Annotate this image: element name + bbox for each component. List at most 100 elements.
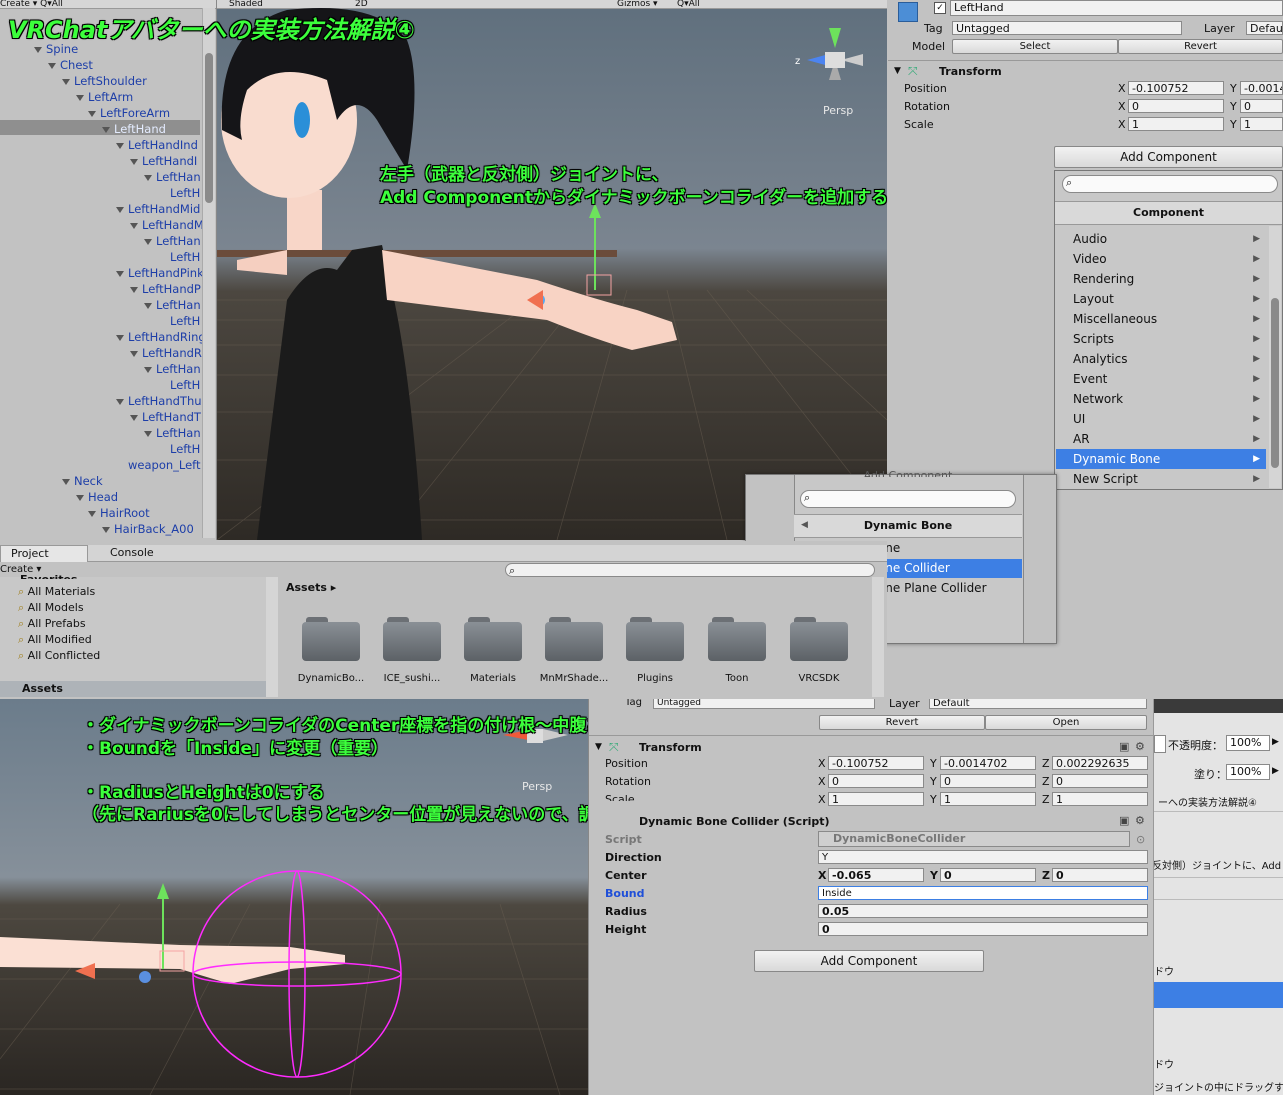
component-menu-item[interactable]: Dynamic Bone ▶ [1056, 449, 1266, 469]
expand-caret-icon[interactable] [144, 430, 152, 437]
layer-row-2[interactable]: 反対側）ジョイントに、Add Co [1154, 857, 1283, 872]
hierarchy-item[interactable]: LeftShoulder [62, 73, 147, 89]
hierarchy-item[interactable]: Head [76, 489, 118, 505]
favorite-item[interactable]: ⌕ All Materials [18, 585, 95, 601]
hierarchy-item[interactable]: LeftHand [102, 121, 166, 137]
folder-label[interactable]: VRCSDK [779, 673, 859, 684]
hierarchy-toolbar[interactable]: Create ▾ Q▾All [0, 0, 216, 9]
hierarchy-item[interactable]: LeftHan [144, 361, 201, 377]
folder-icon[interactable] [545, 617, 603, 661]
component-menu-item[interactable]: Analytics ▶ [1056, 349, 1266, 369]
component-menu-item[interactable]: Event ▶ [1056, 369, 1266, 389]
hierarchy-item[interactable]: Chest [48, 57, 93, 73]
component-menu-item[interactable]: AR ▶ [1056, 429, 1266, 449]
hierarchy-item[interactable]: weapon_Left [116, 457, 201, 473]
hierarchy-item[interactable]: LeftH [158, 441, 200, 457]
hierarchy-item[interactable]: HairBack_A00 [102, 521, 194, 537]
prefab-revert-button[interactable]: Revert [819, 715, 985, 730]
expand-caret-icon[interactable] [116, 398, 124, 405]
folder-label[interactable]: ICE_sushi... [372, 673, 452, 684]
expand-caret-icon[interactable] [76, 94, 84, 101]
popup-search-input[interactable]: ⌕ [800, 490, 1016, 508]
scale-x-field[interactable]: 1 [1128, 117, 1224, 131]
expand-caret-icon[interactable] [116, 334, 124, 341]
expand-caret-icon[interactable] [102, 126, 110, 133]
transform-foldout-icon[interactable]: ▼ [894, 66, 901, 76]
persp-label[interactable]: Persp [823, 104, 853, 117]
project-search-input[interactable]: ⌕ [505, 563, 875, 577]
tag-dropdown[interactable]: Untagged [653, 699, 875, 709]
expand-caret-icon[interactable] [62, 478, 70, 485]
component-menu-item[interactable]: UI ▶ [1056, 409, 1266, 429]
scrollbar-thumb[interactable] [205, 53, 213, 203]
assets-scrollbar[interactable] [872, 577, 884, 697]
model-select-button[interactable]: Select [952, 39, 1118, 54]
hierarchy-item[interactable]: LeftHan [144, 169, 201, 185]
rotation-x-field[interactable]: 0 [1128, 99, 1224, 113]
center-y-field[interactable]: 0 [940, 868, 1036, 882]
assets-breadcrumb[interactable]: Assets ▸ [286, 581, 336, 594]
blend-mode-dropdown[interactable] [1154, 735, 1166, 753]
opacity-arrow-icon[interactable]: ▶ [1272, 737, 1279, 747]
hierarchy-scrollbar[interactable] [202, 8, 215, 538]
hierarchy-item[interactable]: LeftHandInd [116, 137, 198, 153]
layer-row-5[interactable]: ジョイントの中にドラッグする [1154, 1079, 1283, 1094]
hierarchy-item[interactable]: Neck [62, 473, 103, 489]
position-x-field[interactable]: -0.100752 [828, 756, 924, 770]
expand-caret-icon[interactable] [88, 110, 96, 117]
favorites-scrollbar[interactable] [266, 577, 278, 697]
hierarchy-item[interactable]: LeftH [158, 185, 200, 201]
layer-dropdown[interactable]: Default [1246, 21, 1283, 35]
direction-dropdown[interactable]: Y [818, 850, 1148, 864]
expand-caret-icon[interactable] [48, 62, 56, 69]
folder-icon[interactable] [790, 617, 848, 661]
position-y-field[interactable]: -0.0014702 [940, 756, 1036, 770]
back-arrow-icon[interactable]: ◀ [801, 520, 808, 530]
component-menu-item[interactable]: Video ▶ [1056, 249, 1266, 269]
expand-caret-icon[interactable] [130, 222, 138, 229]
hierarchy-item[interactable]: LeftHan [144, 425, 201, 441]
object-picker-icon[interactable]: ⊙ [1136, 833, 1145, 846]
menu-scrollbar[interactable] [1269, 226, 1281, 488]
tab-console[interactable]: Console [110, 546, 154, 559]
expand-caret-icon[interactable] [130, 158, 138, 165]
folder-label[interactable]: DynamicBo... [291, 673, 371, 684]
hierarchy-item[interactable]: LeftH [158, 249, 200, 265]
expand-caret-icon[interactable] [144, 238, 152, 245]
opacity-field[interactable]: 100% [1226, 735, 1270, 751]
rotation-y-field[interactable]: 0 [1240, 99, 1283, 113]
expand-caret-icon[interactable] [144, 174, 152, 181]
help-icon[interactable]: ▣ [1119, 814, 1129, 827]
menu-scrollbar-thumb[interactable] [1271, 298, 1279, 468]
expand-caret-icon[interactable] [62, 78, 70, 85]
expand-caret-icon[interactable] [144, 366, 152, 373]
hierarchy-item[interactable]: LeftHandP [130, 281, 201, 297]
add-component-button[interactable]: Add Component [1054, 146, 1283, 168]
folder-icon[interactable] [708, 617, 766, 661]
rotation-x-field[interactable]: 0 [828, 774, 924, 788]
favorite-item[interactable]: ⌕ All Modified [18, 633, 92, 649]
fill-field[interactable]: 100% [1226, 764, 1270, 780]
hierarchy-item[interactable]: LeftHandRing [116, 329, 206, 345]
folder-icon[interactable] [383, 617, 441, 661]
rotation-y-field[interactable]: 0 [940, 774, 1036, 788]
object-name-field[interactable]: LeftHand [950, 0, 1283, 16]
folder-label[interactable]: Plugins [615, 673, 695, 684]
rotation-z-field[interactable]: 0 [1052, 774, 1148, 788]
hierarchy-item[interactable]: LeftArm [76, 89, 133, 105]
center-z-field[interactable]: 0 [1052, 868, 1148, 882]
component-menu-item[interactable]: New Script ▶ [1056, 469, 1266, 489]
folder-icon[interactable] [302, 617, 360, 661]
expand-caret-icon[interactable] [116, 142, 124, 149]
folder-label[interactable]: MnMrShade... [534, 673, 614, 684]
bound-dropdown[interactable]: Inside [818, 886, 1148, 900]
scale-y-field[interactable]: 1 [1240, 117, 1283, 131]
component-menu-item[interactable]: Miscellaneous ▶ [1056, 309, 1266, 329]
hierarchy-item[interactable]: LeftHandM [130, 217, 204, 233]
component-menu-item[interactable]: Scripts ▶ [1056, 329, 1266, 349]
folder-label[interactable]: Materials [453, 673, 533, 684]
scene-view[interactable]: Shaded 2D Gizmos ▾ Q▾All z Persp [217, 0, 887, 540]
persp-label-bottom[interactable]: Persp [522, 780, 552, 793]
favorite-item[interactable]: ⌕ All Prefabs [18, 617, 86, 633]
hierarchy-item[interactable]: LeftHandR [130, 345, 202, 361]
